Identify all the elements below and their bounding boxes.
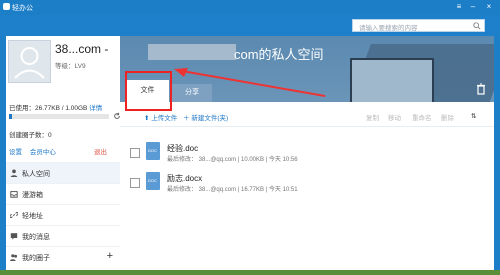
sort-icon[interactable]: ⇅ [471, 112, 476, 120]
row-checkbox[interactable] [130, 148, 140, 158]
nav-label: 轻地址 [22, 213, 43, 220]
message-icon [10, 233, 18, 240]
row-checkbox[interactable] [130, 178, 140, 188]
inbox-icon [10, 191, 18, 198]
storage-usage: 已使用：26.77KB / 1.00GB 详情 [9, 105, 103, 112]
circles-icon [10, 254, 18, 261]
nav-label: 漫游箱 [22, 192, 43, 199]
add-circle-icon[interactable]: + [107, 250, 113, 262]
usage-detail-link[interactable]: 详情 [89, 105, 102, 112]
nav-my-circles[interactable]: 我的圈子 + [6, 246, 120, 267]
rename-button[interactable]: 重命名 [412, 112, 432, 122]
search-input[interactable]: 请输入要搜索的内容 [352, 19, 485, 32]
username: 38...com - [55, 42, 109, 56]
trash-icon[interactable] [476, 83, 486, 95]
file-row[interactable]: DOC 励志.docx 最后修改： 38...@qq.com | 16.77KB… [120, 169, 494, 194]
highlight-box-annotation [125, 71, 172, 111]
nav-private-space[interactable]: 私人空间 [6, 162, 120, 183]
space-title: com的私人空间 [234, 47, 324, 62]
app-logo-icon [3, 3, 10, 10]
file-meta: 最后修改： 38...@qq.com | 16.77KB | 今天 10:51 [167, 187, 298, 193]
user-links: 设置 会员中心 退出 [9, 146, 119, 156]
app-title: 轻办公 [12, 5, 33, 12]
nav-my-messages[interactable]: 我的消息 [6, 225, 120, 246]
member-center-link[interactable]: 会员中心 [30, 149, 56, 156]
move-button[interactable]: 移动 [388, 112, 401, 122]
nav-label: 我的圈子 [22, 255, 50, 262]
copy-button[interactable]: 复制 [366, 112, 379, 122]
file-meta: 最后修改： 38...@qq.com | 10.00KB | 今天 10:56 [167, 157, 298, 163]
search-placeholder: 请输入要搜索的内容 [359, 25, 418, 32]
user-icon [10, 169, 18, 177]
file-row[interactable]: DOC 经验.doc 最后修改： 38...@qq.com | 10.00KB … [120, 139, 494, 164]
delete-button[interactable]: 删除 [441, 112, 454, 122]
new-folder-button[interactable]: ＋ 新建文件(夹) [183, 112, 228, 122]
banner-laptop-graphic [350, 58, 434, 102]
settings-link[interactable]: 设置 [9, 149, 22, 156]
storage-progress-fill [9, 114, 12, 119]
blurred-username [148, 44, 236, 60]
nav-label: 我的消息 [22, 234, 50, 241]
file-toolbar: ⬆ 上传文件 ＋ 新建文件(夹) 复制 移动 重命名 删除 ⇅ [120, 106, 494, 127]
avatar-icon [14, 47, 45, 79]
doc-file-icon: DOC [146, 142, 160, 160]
menu-icon[interactable]: ≡ [454, 2, 464, 12]
nav-roaming-box[interactable]: 漫游箱 [6, 183, 120, 204]
doc-file-icon: DOC [146, 172, 160, 190]
red-arrow-annotation [174, 68, 326, 97]
sidebar: 38...com - 等级：LV9 已使用：26.77KB / 1.00GB 详… [6, 36, 121, 275]
title-bar: 轻办公 ≡ – × [0, 0, 500, 15]
search-icon[interactable] [473, 22, 481, 30]
circles-count: 创建圈子数：0 [9, 132, 52, 139]
avatar[interactable] [8, 40, 51, 83]
file-name[interactable]: 励志.docx [167, 173, 202, 184]
desktop-background [0, 270, 500, 275]
nav-label: 私人空间 [22, 171, 50, 178]
link-icon [10, 212, 18, 218]
close-icon[interactable]: × [484, 2, 494, 12]
nav-light-address[interactable]: 轻地址 [6, 204, 120, 225]
file-name[interactable]: 经验.doc [167, 143, 198, 154]
upload-button[interactable]: ⬆ 上传文件 [144, 112, 177, 122]
user-level: 等级：LV9 [55, 63, 86, 70]
logout-link[interactable]: 退出 [94, 146, 107, 156]
storage-progress-bar [9, 114, 109, 119]
minimize-icon[interactable]: – [468, 2, 478, 12]
